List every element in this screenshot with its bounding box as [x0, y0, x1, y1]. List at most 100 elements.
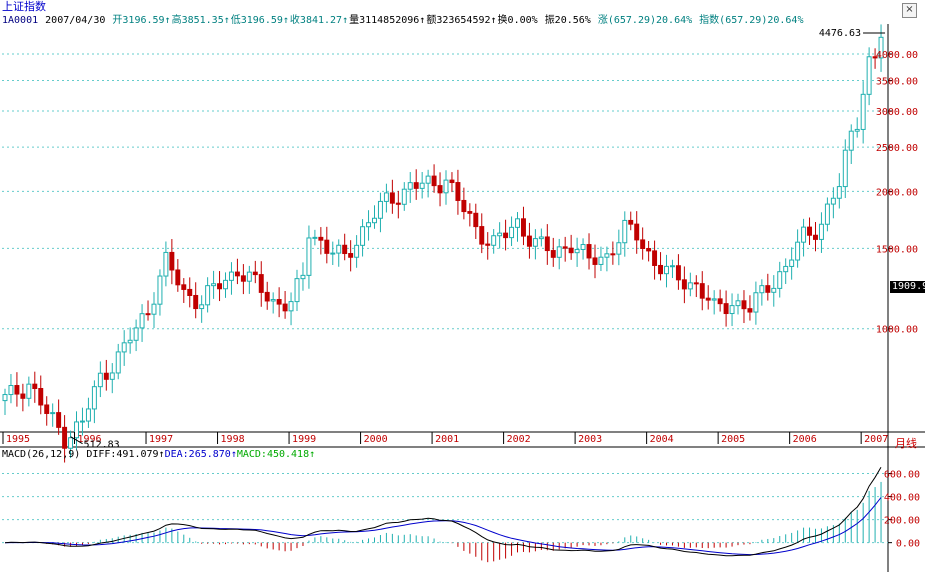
candle-body: [646, 248, 652, 252]
candle-body: [795, 241, 801, 261]
current-price-tag: 1909.9: [890, 281, 925, 293]
candle-body: [366, 222, 372, 228]
y-tick-label: 2000.00: [876, 187, 918, 198]
candle-body: [264, 291, 270, 302]
candle-body: [288, 301, 294, 312]
candle-body: [121, 342, 127, 353]
candle-body: [103, 372, 109, 380]
candle-body: [109, 372, 115, 380]
y-tick-label: 1500.00: [876, 244, 918, 255]
candle-body: [187, 288, 193, 296]
candle-body: [205, 285, 211, 306]
close-button[interactable]: ×: [902, 3, 917, 18]
candle-body: [270, 299, 276, 302]
y-tick-label: 1000.00: [876, 325, 918, 336]
candle-body: [199, 304, 205, 310]
candle-body: [640, 239, 646, 250]
candle-body: [211, 283, 217, 287]
candle-body: [372, 217, 377, 224]
candle-body: [765, 285, 771, 293]
candle-body: [604, 253, 610, 258]
candle-body: [723, 303, 729, 315]
candle-body: [276, 299, 282, 305]
period-label[interactable]: 月线: [895, 435, 917, 451]
candle-body: [526, 235, 532, 247]
candle-body: [664, 265, 669, 275]
candle-body: [544, 236, 550, 252]
candle-body: [115, 351, 121, 374]
candle-body: [467, 211, 473, 214]
year-label: 2002: [507, 434, 531, 445]
candle-body: [509, 226, 515, 239]
candle-body: [586, 244, 592, 259]
candle-body: [419, 182, 425, 189]
candle-body: [741, 300, 747, 310]
candle-body: [485, 243, 491, 246]
candle-body: [217, 283, 223, 290]
candle-body: [699, 283, 705, 299]
candle-body: [717, 298, 723, 305]
candle-body: [747, 308, 753, 313]
candle-body: [449, 179, 455, 184]
candle-body: [729, 305, 735, 315]
candle-body: [848, 130, 854, 151]
candle-body: [503, 232, 509, 239]
quote-close: 收3841.27↑: [289, 15, 349, 26]
year-label: 1999: [292, 434, 316, 445]
candle-body: [258, 274, 264, 293]
candle-body: [789, 259, 795, 267]
y-tick-label: 2500.00: [876, 143, 918, 154]
candle-body: [401, 188, 407, 205]
quote-bar: 1A0001 2007/04/30 开3196.59↑高3851.35↑低319…: [2, 14, 804, 28]
candle-body: [389, 192, 395, 204]
candle-body: [687, 282, 693, 290]
candle-body: [163, 251, 169, 277]
candle-body: [759, 285, 765, 294]
candle-body: [282, 303, 288, 312]
macd-params: MACD(26,12,9): [2, 449, 81, 460]
candle-body: [336, 244, 342, 254]
year-label: 2007: [864, 434, 888, 445]
candle-body: [574, 248, 580, 254]
candle-body: [234, 271, 240, 277]
candles: [2, 24, 884, 463]
candle-body: [425, 175, 431, 184]
macd-diff-value: DIFF:491.079↑: [86, 449, 165, 460]
candle-body: [479, 226, 485, 245]
quote-volume: 量3114852096↑: [349, 15, 426, 26]
y-tick-label: 3500.00: [876, 76, 918, 87]
candle-body: [455, 182, 461, 201]
dea-line: [4, 497, 882, 556]
candle-body: [44, 404, 50, 414]
candle-body: [175, 269, 181, 286]
quote-open: 开3196.59↑: [112, 15, 171, 26]
candle-body: [330, 252, 336, 255]
candle-body: [246, 271, 252, 282]
candle-body: [824, 203, 830, 225]
quote-high: 高3851.35↑: [171, 15, 230, 26]
candle-body: [491, 235, 497, 246]
candle-body: [431, 175, 437, 187]
candle-body: [777, 271, 783, 289]
year-label: 2004: [650, 434, 674, 445]
candle-body: [783, 265, 789, 273]
macd-hist-value: MACD:450.418↑: [236, 449, 316, 460]
candle-body: [223, 279, 228, 290]
year-label: 2000: [364, 434, 388, 445]
y-tick-label: 3000.00: [876, 107, 918, 118]
candle-body: [854, 128, 860, 132]
candle-body: [50, 412, 56, 415]
candle-body: [300, 274, 306, 280]
quote-low: 低3196.59↑: [230, 15, 289, 26]
candle-body: [252, 271, 258, 276]
candle-body: [151, 303, 157, 315]
candle-body: [658, 264, 664, 275]
candle-body: [538, 236, 544, 240]
candle-body: [169, 251, 175, 271]
candle-body: [68, 437, 74, 449]
candle-body: [622, 219, 628, 244]
candle-body: [32, 383, 38, 390]
candle-body: [705, 297, 711, 301]
candle-body: [652, 250, 658, 266]
candle-body: [14, 385, 20, 395]
